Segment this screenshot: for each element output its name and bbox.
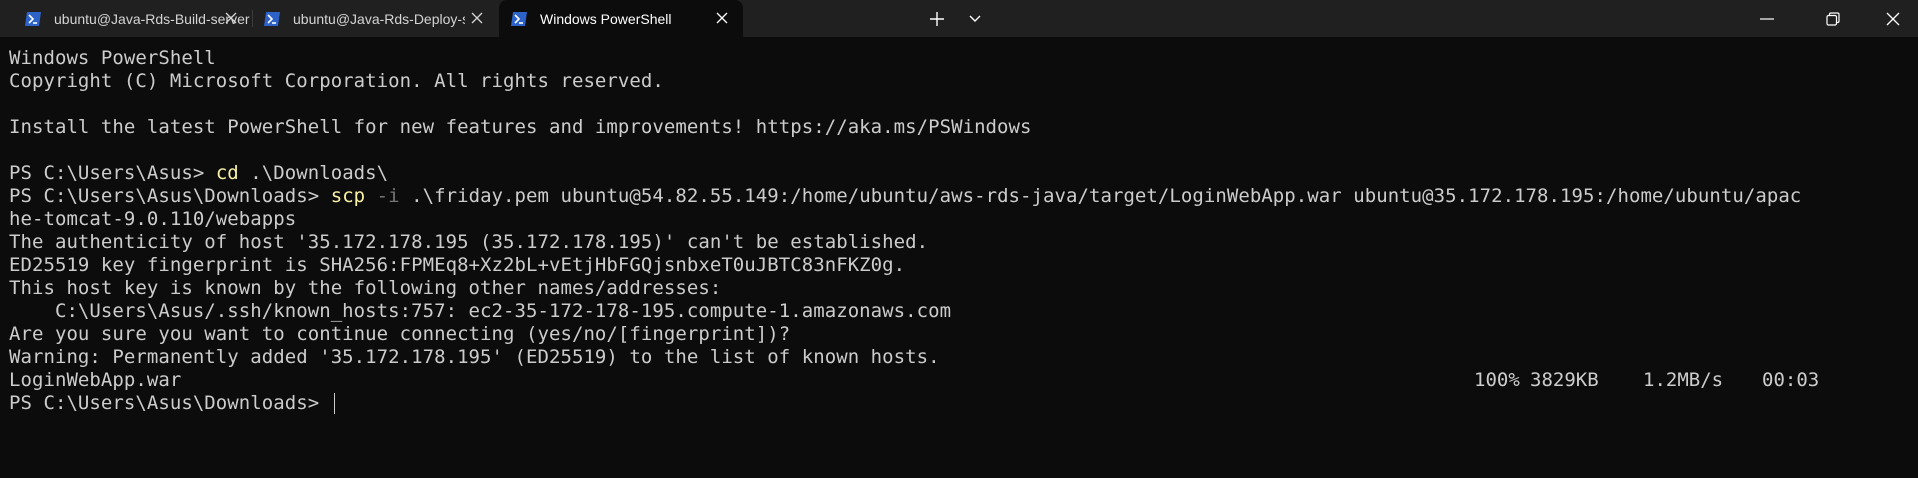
title-bar: ubuntu@Java-Rds-Build-server ubuntu@Java… <box>0 0 1918 37</box>
restore-icon <box>1826 11 1840 26</box>
terminal-line: Windows PowerShell <box>9 47 216 69</box>
restore-button[interactable] <box>1808 0 1858 37</box>
transfer-filename: LoginWebApp.war <box>9 369 182 391</box>
powershell-icon <box>264 11 280 26</box>
minimize-button[interactable] <box>1742 0 1792 37</box>
command-args: .\friday.pem ubuntu@54.82.55.149:/home/u… <box>399 185 1802 207</box>
terminal-line: This host key is known by the following … <box>9 277 722 299</box>
prompt: PS C:\Users\Asus> <box>9 162 216 184</box>
transfer-speed: 1.2MB/s <box>1643 369 1724 391</box>
prompt: PS C:\Users\Asus\Downloads> <box>9 185 331 207</box>
prompt: PS C:\Users\Asus\Downloads> <box>9 392 331 414</box>
command-flag: -i <box>365 185 400 207</box>
text-cursor <box>333 393 335 414</box>
terminal-line: he-tomcat-9.0.110/webapps <box>9 208 297 230</box>
terminal-line: C:\Users\Asus/.ssh/known_hosts:757: ec2-… <box>9 300 952 322</box>
prompt-line: PS C:\Users\Asus\Downloads> scp -i .\fri… <box>9 185 1801 208</box>
prompt-line: PS C:\Users\Asus> cd .\Downloads\ <box>9 162 388 185</box>
terminal-line: Warning: Permanently added '35.172.178.1… <box>9 346 940 368</box>
command-name: cd <box>215 162 239 184</box>
tab-deploy-server[interactable]: ubuntu@Java-Rds-Deploy-server <box>253 0 498 37</box>
plus-icon <box>930 11 944 26</box>
powershell-icon <box>25 11 41 26</box>
terminal-line: The authenticity of host '35.172.178.195… <box>9 231 929 253</box>
terminal-line: Install the latest PowerShell for new fe… <box>9 116 1032 138</box>
close-icon <box>1886 12 1900 25</box>
command-name: scp <box>330 185 366 207</box>
minimize-icon <box>1760 17 1774 20</box>
transfer-size: 3829KB <box>1530 369 1599 391</box>
close-window-button[interactable] <box>1868 0 1918 37</box>
tab-label: Windows PowerShell <box>540 10 672 27</box>
transfer-eta: 00:03 <box>1762 369 1820 391</box>
terminal-line: Are you sure you want to continue connec… <box>9 323 791 345</box>
powershell-icon <box>511 11 527 26</box>
terminal-line: Copyright (C) Microsoft Corporation. All… <box>9 70 664 92</box>
transfer-percent: 100% <box>1474 369 1520 391</box>
terminal-output[interactable]: Windows PowerShell Copyright (C) Microso… <box>0 37 1918 478</box>
close-icon[interactable] <box>222 9 240 27</box>
command-args: .\Downloads\ <box>238 162 389 184</box>
new-tab-button[interactable] <box>922 0 952 37</box>
close-icon[interactable] <box>713 9 731 27</box>
tab-dropdown-button[interactable] <box>960 0 990 37</box>
close-icon[interactable] <box>468 9 486 27</box>
tab-windows-powershell[interactable]: Windows PowerShell <box>499 0 743 37</box>
tab-label: ubuntu@Java-Rds-Deploy-server <box>293 10 465 27</box>
tab-build-server[interactable]: ubuntu@Java-Rds-Build-server <box>0 0 252 37</box>
terminal-line: ED25519 key fingerprint is SHA256:FPMEq8… <box>9 254 906 276</box>
chevron-down-icon <box>969 15 981 22</box>
prompt-line[interactable]: PS C:\Users\Asus\Downloads> <box>9 392 335 415</box>
